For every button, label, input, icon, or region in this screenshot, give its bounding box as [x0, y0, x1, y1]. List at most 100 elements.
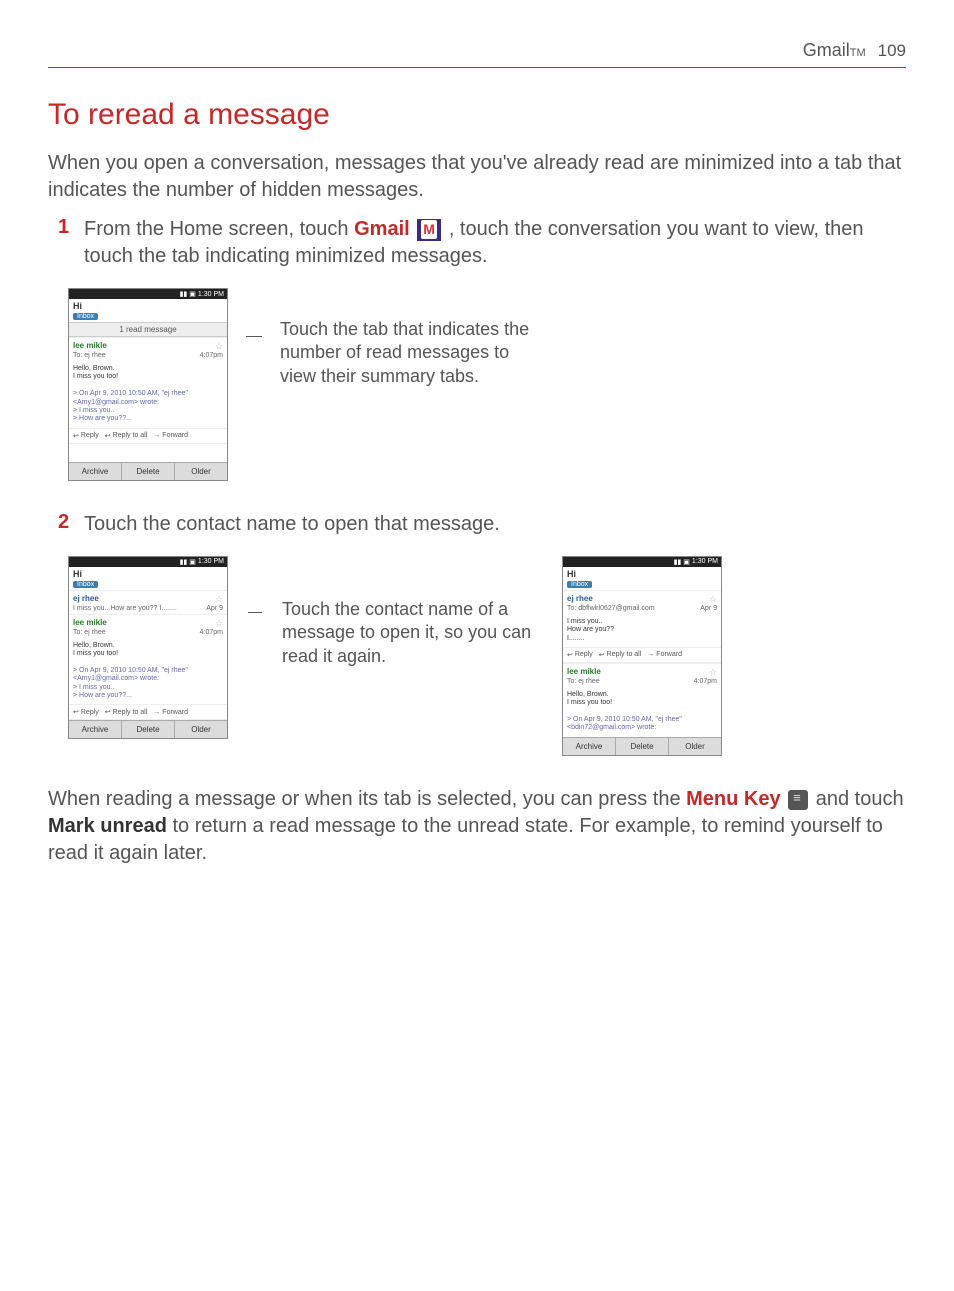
subject-line: Hi — [69, 299, 227, 311]
msg3-header-a[interactable]: ej rhee ☆ — [563, 590, 721, 605]
msg2-date: Apr 9 — [206, 605, 223, 612]
step-1-number: 1 — [58, 216, 80, 270]
msg3-to: To: dbflwlrl0627@gmail.com — [567, 605, 655, 612]
caption-1: Touch the tab that indicates the number … — [280, 288, 540, 388]
status-time-2: 1:30 PM — [198, 558, 224, 565]
msg2-to: To: ej rhee — [73, 629, 106, 636]
battery-icon: ▣ — [189, 290, 196, 298]
older-button-2[interactable]: Older — [175, 721, 227, 738]
forward-button[interactable]: →Forward — [153, 432, 188, 439]
msg2-time: 4:07pm — [200, 629, 223, 636]
msg-from: lee mikle — [73, 341, 215, 350]
figure-row-1: ▮▮ ▣ 1:30 PM Hi Inbox 1 read message lee… — [68, 288, 906, 481]
header-app-title: Gmail — [803, 40, 850, 61]
quoted-line-2: <Amy1@gmail.com> wrote: — [73, 399, 223, 407]
subject-line-2: Hi — [69, 567, 227, 579]
forward-button-2[interactable]: →Forward — [153, 709, 188, 716]
older-button[interactable]: Older — [175, 463, 227, 480]
battery-icon-2: ▣ — [189, 558, 196, 566]
header-tm: TM — [850, 47, 866, 59]
msg3-body-line-2: How are you?? — [567, 626, 717, 634]
read-messages-tab[interactable]: 1 read message — [69, 322, 227, 337]
msg3-header-b[interactable]: lee mikle ☆ — [563, 663, 721, 678]
msg-subheader: To: ej rhee 4:07pm — [69, 352, 227, 361]
msg3-body-line-3: I........ — [567, 635, 717, 643]
status-time-3: 1:30 PM — [692, 558, 718, 565]
archive-button-3[interactable]: Archive — [563, 738, 616, 755]
gmail-icon — [417, 219, 441, 241]
msg-body: Hello, Brown. I miss you too! > On Apr 9… — [69, 361, 227, 428]
step-1-gmail-label: Gmail — [354, 218, 410, 240]
msg3-to-b: To: ej rhee — [567, 678, 600, 685]
reply-button-2[interactable]: ↩Reply — [73, 708, 99, 716]
msg-header[interactable]: lee mikle ☆ — [69, 337, 227, 352]
delete-button[interactable]: Delete — [122, 463, 175, 480]
older-button-3[interactable]: Older — [669, 738, 721, 755]
phone-mock-3: ▮▮ ▣ 1:30 PM Hi Inbox ej rhee ☆ To: dbfl… — [562, 556, 722, 756]
archive-button[interactable]: Archive — [69, 463, 122, 480]
star-icon-3b[interactable]: ☆ — [709, 667, 717, 678]
msg3-subheader-a: To: dbflwlrl0627@gmail.com Apr 9 — [563, 605, 721, 614]
step-2: 2 Touch the contact name to open that me… — [58, 511, 906, 538]
msg-time: 4:07pm — [200, 352, 223, 359]
inbox-tag-3: Inbox — [567, 581, 592, 588]
msg-to: To: ej rhee — [73, 352, 106, 359]
delete-button-2[interactable]: Delete — [122, 721, 175, 738]
forward-button-3a[interactable]: →Forward — [647, 651, 682, 658]
msg2-subheader-a: I miss you.. How are you?? I........ Apr… — [69, 605, 227, 614]
star-icon[interactable]: ☆ — [215, 341, 223, 352]
msg2-header-a[interactable]: ej rhee ☆ — [69, 590, 227, 605]
msg3-subheader-b: To: ej rhee 4:07pm — [563, 678, 721, 687]
statusbar-2: ▮▮ ▣ 1:30 PM — [69, 557, 227, 567]
section-title: To reread a message — [48, 98, 906, 132]
star-icon-2b[interactable]: ☆ — [215, 618, 223, 629]
forward-arrow-icon-3a: → — [647, 651, 654, 658]
star-icon-3a[interactable]: ☆ — [709, 594, 717, 605]
closing-post: to return a read message to the unread s… — [48, 815, 883, 864]
msg2-body: Hello, Brown. I miss you too! > On Apr 9… — [69, 638, 227, 705]
reply-all-button[interactable]: ↩Reply to all — [105, 432, 148, 440]
step-1-body: From the Home screen, touch Gmail , touc… — [84, 216, 906, 270]
msg3b-quoted-1: > On Apr 9, 2010 10:50 AM, "ej rhee" — [567, 716, 717, 724]
closing-paragraph: When reading a message or when its tab i… — [48, 786, 906, 867]
star-icon-2a[interactable]: ☆ — [215, 594, 223, 605]
signal-icon: ▮▮ — [180, 290, 188, 298]
reply-all-arrow-icon-2: ↩ — [105, 708, 111, 716]
closing-menu-key-label: Menu Key — [686, 788, 780, 810]
reply-button[interactable]: ↩Reply — [73, 432, 99, 440]
menu-key-icon — [788, 790, 808, 810]
msg2-quoted-2: <Amy1@gmail.com> wrote: — [73, 675, 223, 683]
bottom-buttons-3: Archive Delete Older — [563, 737, 721, 755]
closing-mark-unread-label: Mark unread — [48, 815, 167, 837]
msg2-body-line-2: I miss you too! — [73, 650, 223, 658]
forward-arrow-icon-2: → — [153, 709, 160, 716]
msg2-header-b[interactable]: lee mikle ☆ — [69, 614, 227, 629]
forward-arrow-icon: → — [153, 432, 160, 439]
delete-button-3[interactable]: Delete — [616, 738, 669, 755]
msg3b-quoted-2: <bdin72@gmail.com> wrote: — [567, 724, 717, 732]
phone-mock-1: ▮▮ ▣ 1:30 PM Hi Inbox 1 read message lee… — [68, 288, 228, 481]
msg3-time: 4:07pm — [694, 678, 717, 685]
msg2-subheader-b: To: ej rhee 4:07pm — [69, 629, 227, 638]
bottom-buttons-2: Archive Delete Older — [69, 720, 227, 738]
msg2-body-line-1: Hello, Brown. — [73, 642, 223, 650]
msg2-from-a: ej rhee — [73, 594, 215, 603]
reply-all-button-2[interactable]: ↩Reply to all — [105, 708, 148, 716]
archive-button-2[interactable]: Archive — [69, 721, 122, 738]
leader-line-1 — [246, 336, 262, 337]
msg3-body-b: Hello, Brown. I miss you too! > On Apr 9… — [563, 687, 721, 737]
signal-icon-2: ▮▮ — [180, 558, 188, 566]
step-2-text: Touch the contact name to open that mess… — [84, 511, 500, 538]
status-time: 1:30 PM — [198, 291, 224, 298]
closing-mid: and touch — [816, 788, 904, 810]
step-1: 1 From the Home screen, touch Gmail , to… — [58, 216, 906, 270]
msg3b-line-1: Hello, Brown. — [567, 691, 717, 699]
reply-all-button-3a[interactable]: ↩Reply to all — [599, 651, 642, 659]
msg2-snippet: I miss you.. How are you?? I........ — [73, 605, 177, 612]
quoted-line-1: > On Apr 9, 2010 10:50 AM, "ej rhee" — [73, 390, 223, 398]
reply-button-3a[interactable]: ↩Reply — [567, 651, 593, 659]
body-line-1: Hello, Brown. — [73, 365, 223, 373]
quoted-line-4: > How are you??... — [73, 415, 223, 423]
msg2-quoted-1: > On Apr 9, 2010 10:50 AM, "ej rhee" — [73, 667, 223, 675]
msg2-actions: ↩Reply ↩Reply to all →Forward — [69, 704, 227, 720]
